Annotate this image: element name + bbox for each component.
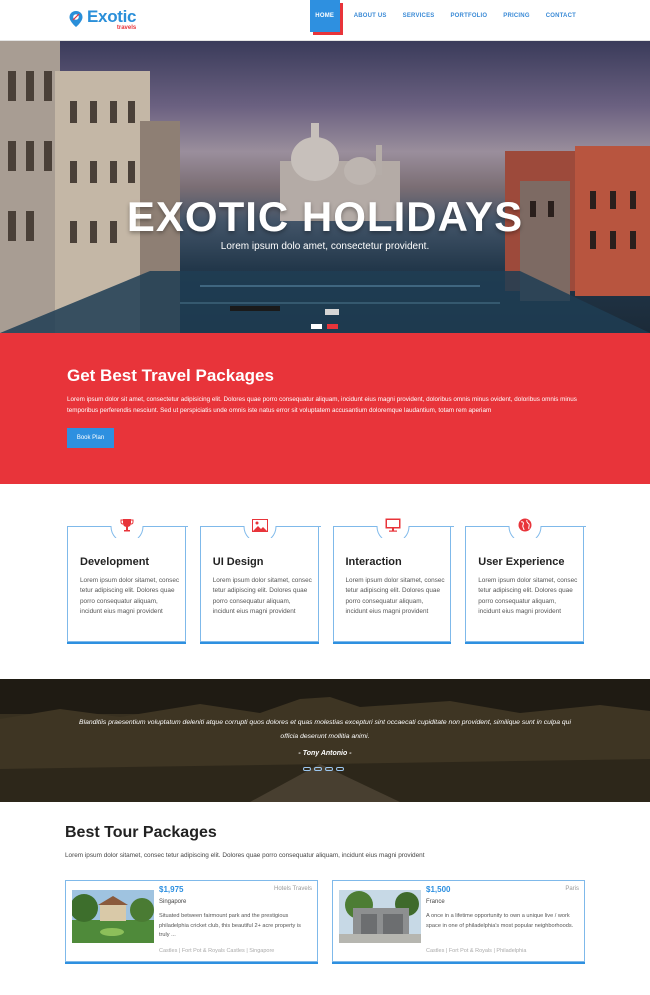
service-text: Lorem ipsum dolor sitamet, consec tetur … [345,577,445,615]
hero-slide-indicators [311,324,338,329]
book-plan-button[interactable]: Book Plan [67,428,114,448]
slide-dot-1[interactable] [311,324,322,329]
tours-description: Lorem ipsum dolor sitamet, consec tetur … [65,852,425,859]
hero-title: EXOTIC HOLIDAYS [126,193,524,240]
service-text: Lorem ipsum dolor sitamet, consec tetur … [478,577,578,615]
service-card: Development Lorem ipsum dolor sitamet, c… [67,510,188,642]
monitor-icon [377,510,408,540]
service-card: Interaction Lorem ipsum dolor sitamet, c… [332,510,454,642]
tour-image[interactable] [72,890,154,943]
map-pin-icon [69,11,83,27]
nav-contact[interactable]: CONTACT [538,0,584,32]
nav-home[interactable]: HOME [309,0,340,32]
hero-subtitle: Lorem ipsum dolo amet, consectetur provi… [220,241,430,252]
hero-background-image [0,41,650,333]
tour-text: A once in a lifetime opportunity to own … [426,913,574,929]
slide-dot-2[interactable] [327,324,338,329]
tour-image[interactable] [339,890,421,943]
testimonial-dot-2[interactable] [314,767,322,771]
tour-card[interactable]: $1,975 Singapore Hotels Travels Situated… [65,880,318,962]
nav-pricing[interactable]: PRICING [495,0,537,32]
packages-text: Lorem ipsum dolor sit amet, consectetur … [67,396,577,414]
service-card: User Experience Lorem ipsum dolor sitame… [465,510,587,642]
tour-location: Singapore [159,899,187,905]
service-title: Development [80,556,150,568]
testimonial-indicators [303,767,344,771]
nav-services[interactable]: SERVICES [395,0,443,32]
tours-title: Best Tour Packages [65,824,217,841]
tour-text: Situated between fairmount park and the … [159,913,301,938]
logo-title: Exotic [87,7,137,26]
testimonial-dot-3[interactable] [325,767,333,771]
tour-meta: Castles | Fort Pot & Royals | Philadelph… [426,948,527,954]
services-cards: Development Lorem ipsum dolor sitamet, c… [67,510,587,642]
logo[interactable]: Exotic travels [68,7,137,34]
tour-tag: Hotels Travels [273,886,312,892]
testimonial-quote: Blanditiis praesentium voluptatum deleni… [79,719,571,740]
tour-tag: Paris [565,886,579,892]
hero-slider: EXOTIC HOLIDAYS Lorem ipsum dolo amet, c… [0,41,650,333]
service-title: UI Design [212,556,264,568]
service-title: Interaction [345,556,402,568]
packages-band: Get Best Travel Packages Lorem ipsum dol… [0,333,650,484]
image-icon [244,510,275,540]
service-title: User Experience [478,556,565,568]
service-text: Lorem ipsum dolor sitamet, consec tetur … [80,577,180,615]
tour-card[interactable]: $1,500 France Paris A once in a lifetime… [332,880,585,962]
trophy-icon [112,510,142,540]
nav-about-us[interactable]: ABOUT US [346,0,395,32]
site-header: Exotic travels HOME ABOUT US SERVICES PO… [0,0,650,41]
main-nav: HOME ABOUT US SERVICES PORTFOLIO PRICING… [309,0,584,41]
service-card: UI Design Lorem ipsum dolor sitamet, con… [199,510,321,642]
tour-location: France [426,899,445,905]
testimonial-dot-4[interactable] [336,767,344,771]
logo-subtitle: travels [116,25,137,31]
testimonial-section: Blanditiis praesentium voluptatum deleni… [0,679,650,802]
packages-title: Get Best Travel Packages [67,366,274,385]
testimonial-dot-1[interactable] [303,767,311,771]
nav-portfolio[interactable]: PORTFOLIO [442,0,495,32]
tour-price: $1,975 [159,885,184,894]
service-text: Lorem ipsum dolor sitamet, consec tetur … [212,577,312,615]
testimonial-author: - Tony Antonio - [298,750,352,757]
tour-meta: Castles | Fort Pot & Royals Castles | Si… [159,948,275,954]
tour-price: $1,500 [426,885,451,894]
